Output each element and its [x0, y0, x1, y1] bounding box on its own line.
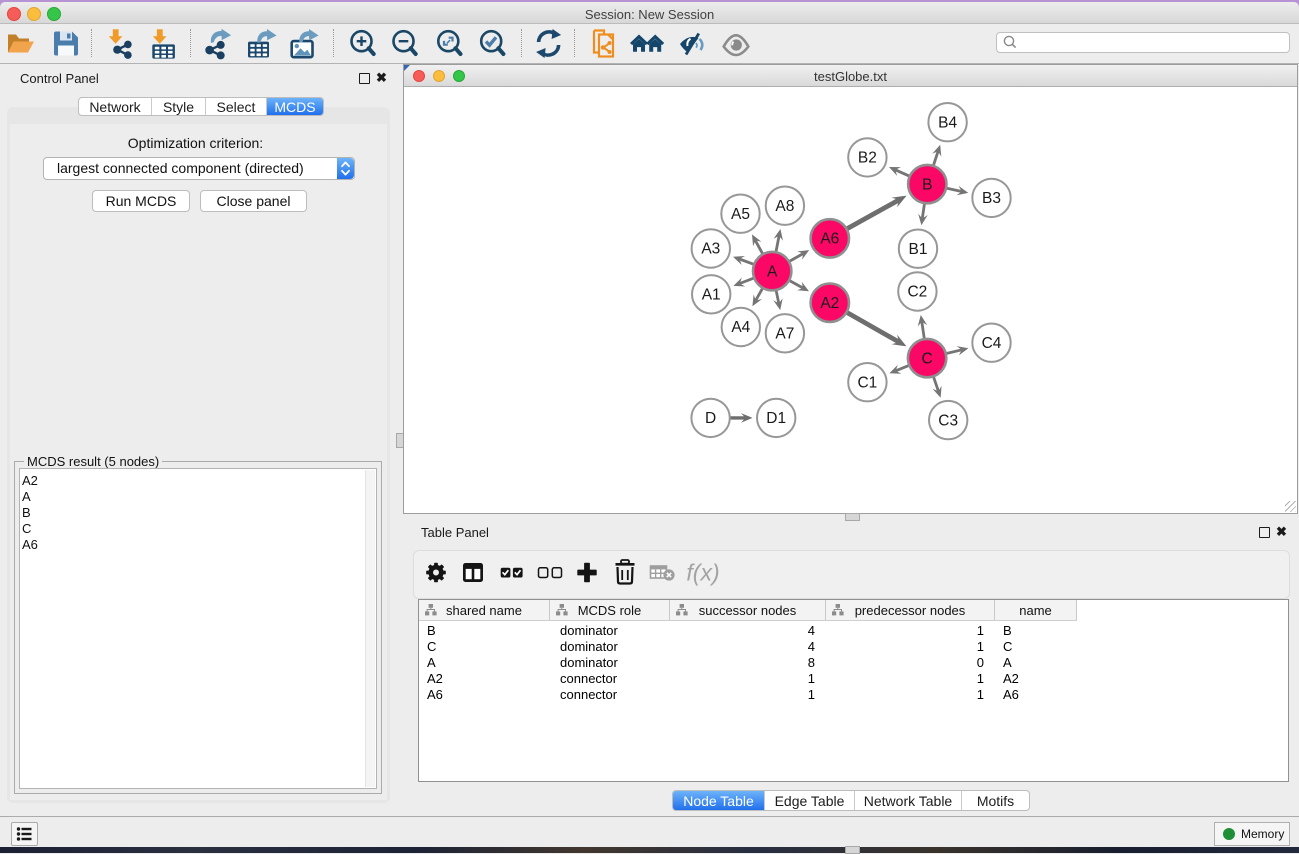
svg-text:A3: A3: [701, 241, 720, 258]
svg-text:A4: A4: [731, 319, 750, 336]
svg-text:D1: D1: [766, 410, 786, 427]
svg-text:A: A: [767, 263, 778, 280]
svg-text:B: B: [922, 176, 932, 193]
svg-text:C3: C3: [938, 412, 958, 429]
svg-text:B1: B1: [909, 241, 928, 258]
svg-text:B4: B4: [938, 114, 957, 131]
svg-text:D: D: [705, 410, 716, 427]
svg-text:A7: A7: [775, 326, 794, 343]
svg-text:B3: B3: [982, 190, 1001, 207]
svg-text:A1: A1: [702, 287, 721, 304]
svg-text:B2: B2: [858, 150, 877, 167]
svg-text:A2: A2: [820, 295, 839, 312]
svg-text:C: C: [921, 350, 932, 367]
svg-text:A5: A5: [731, 206, 750, 223]
svg-text:C4: C4: [982, 335, 1002, 352]
svg-text:A8: A8: [775, 198, 794, 215]
svg-text:C2: C2: [907, 284, 927, 301]
svg-text:f(x): f(x): [686, 560, 719, 586]
svg-text:C1: C1: [857, 374, 877, 391]
svg-text:A6: A6: [820, 231, 839, 248]
